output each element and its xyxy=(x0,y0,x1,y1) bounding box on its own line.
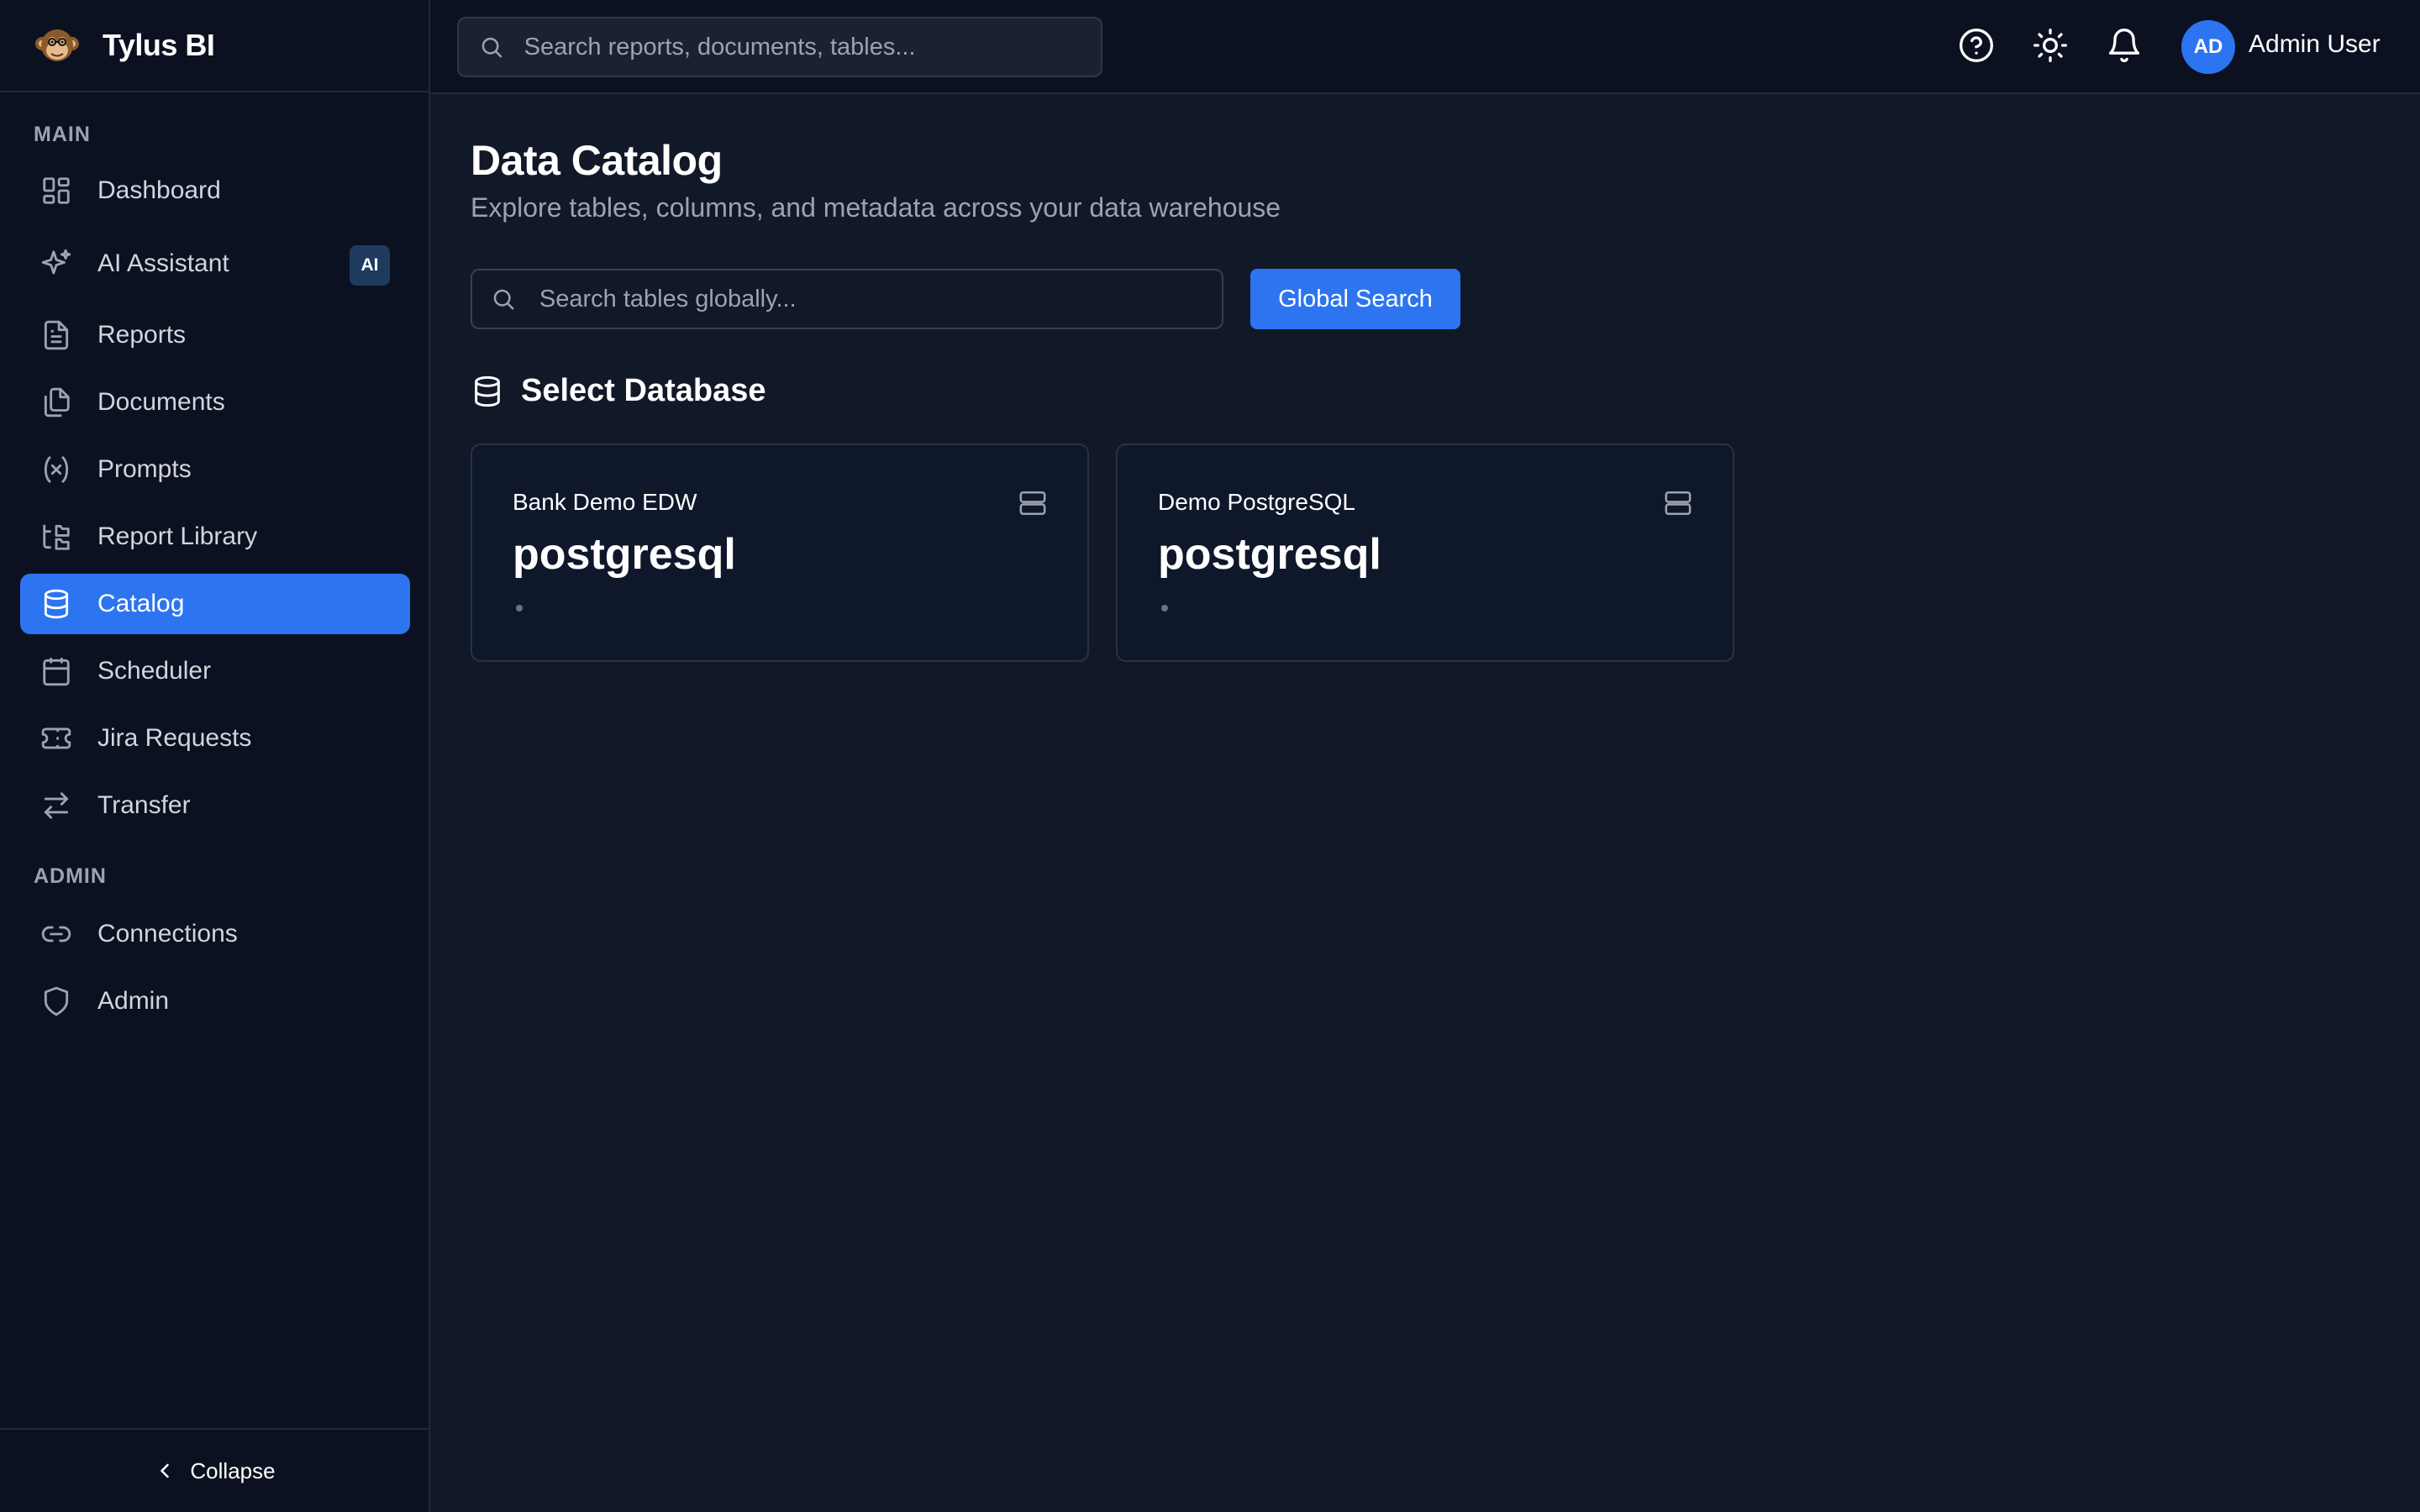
search-icon xyxy=(481,37,502,58)
app-shell: Tylus BI MAIN Dashboard AI Assistant AI … xyxy=(0,0,2420,1512)
catalog-search-input[interactable] xyxy=(539,285,1222,313)
sidebar-item-connections[interactable]: Connections xyxy=(20,904,410,964)
server-icon xyxy=(1018,489,1047,517)
sidebar-item-reports[interactable]: Reports xyxy=(20,305,410,365)
ai-badge: AI xyxy=(350,245,390,286)
chevron-left-icon xyxy=(160,1463,170,1478)
avatar[interactable]: AD xyxy=(2181,20,2235,74)
sidebar-item-report-library[interactable]: Report Library xyxy=(20,507,410,567)
ticket-icon xyxy=(40,722,72,754)
sidebar-item-catalog[interactable]: Catalog xyxy=(20,574,410,634)
sidebar-item-label: Transfer xyxy=(97,791,191,819)
server-icon xyxy=(1664,489,1692,517)
global-search-input[interactable] xyxy=(523,33,1101,61)
section-title-admin: ADMIN xyxy=(34,864,107,888)
help-circle-icon xyxy=(1960,29,1993,62)
status-dot xyxy=(1161,605,1168,612)
sidebar-item-label: Connections xyxy=(97,920,238,948)
sidebar-item-prompts[interactable]: Prompts xyxy=(20,439,410,500)
topbar: AD Admin User xyxy=(430,0,2420,94)
brand[interactable]: Tylus BI xyxy=(0,0,429,92)
sidebar-item-label: Jira Requests xyxy=(97,724,252,752)
page-title: Data Catalog xyxy=(471,137,723,184)
database-card[interactable]: Bank Demo EDW postgresql xyxy=(471,444,1089,662)
sidebar-item-label: Dashboard xyxy=(97,176,221,204)
catalog-search-bar[interactable] xyxy=(471,269,1223,329)
database-type: postgresql xyxy=(513,530,736,579)
bell-icon xyxy=(2108,29,2140,62)
folder-tree-icon xyxy=(40,521,72,553)
user-name[interactable]: Admin User xyxy=(2249,30,2381,59)
sidebar-item-label: Reports xyxy=(97,321,187,349)
sun-icon xyxy=(2033,29,2067,62)
sparkle-icon xyxy=(40,248,72,280)
calendar-icon xyxy=(40,655,72,687)
database-name: Bank Demo EDW xyxy=(513,489,697,515)
sidebar-item-label: Catalog xyxy=(97,590,185,617)
sidebar-item-jira-requests[interactable]: Jira Requests xyxy=(20,708,410,769)
sidebar-item-ai-assistant[interactable]: AI Assistant AI xyxy=(20,234,410,294)
sidebar-item-dashboard[interactable]: Dashboard xyxy=(20,160,410,221)
sidebar-item-label: AI Assistant xyxy=(97,249,229,277)
database-name: Demo PostgreSQL xyxy=(1158,489,1355,515)
sidebar-item-label: Report Library xyxy=(97,522,258,550)
collapse-button[interactable]: Collapse xyxy=(0,1428,429,1512)
app-name: Tylus BI xyxy=(103,28,215,62)
global-search-bar[interactable] xyxy=(457,17,1102,77)
sidebar-item-label: Scheduler xyxy=(97,657,212,685)
status-dot xyxy=(516,605,523,612)
page-subtitle: Explore tables, columns, and metadata ac… xyxy=(471,192,1281,223)
help-button[interactable] xyxy=(1958,27,1995,64)
sidebar-item-label: Prompts xyxy=(97,455,192,483)
sidebar: Tylus BI MAIN Dashboard AI Assistant AI … xyxy=(0,0,430,1512)
sidebar-item-scheduler[interactable]: Scheduler xyxy=(20,641,410,701)
database-card[interactable]: Demo PostgreSQL postgresql xyxy=(1116,444,1734,662)
select-database-heading: Select Database xyxy=(471,373,766,409)
sidebar-item-label: Documents xyxy=(97,388,225,416)
notifications-button[interactable] xyxy=(2106,27,2143,64)
dashboard-icon xyxy=(40,175,72,207)
monkey-logo-icon xyxy=(35,29,79,61)
main-content: Data Catalog Explore tables, columns, an… xyxy=(430,94,2420,1512)
sidebar-item-transfer[interactable]: Transfer xyxy=(20,775,410,836)
database-type: postgresql xyxy=(1158,530,1381,579)
collapse-label: Collapse xyxy=(190,1457,276,1483)
sidebar-item-label: Admin xyxy=(97,987,170,1015)
sidebar-item-admin[interactable]: Admin xyxy=(20,971,410,1032)
database-icon xyxy=(475,375,500,407)
section-title-main: MAIN xyxy=(34,123,91,146)
database-icon xyxy=(40,588,72,620)
files-icon xyxy=(40,386,72,418)
global-search-button[interactable]: Global Search xyxy=(1250,269,1460,329)
file-text-icon xyxy=(40,319,72,351)
link-icon xyxy=(40,918,72,950)
shield-icon xyxy=(40,985,72,1017)
section-title: Select Database xyxy=(521,373,766,408)
search-icon xyxy=(493,289,514,310)
sidebar-item-documents[interactable]: Documents xyxy=(20,372,410,433)
variable-icon xyxy=(40,454,72,486)
theme-toggle-button[interactable] xyxy=(2032,27,2069,64)
arrows-exchange-icon xyxy=(40,790,72,822)
